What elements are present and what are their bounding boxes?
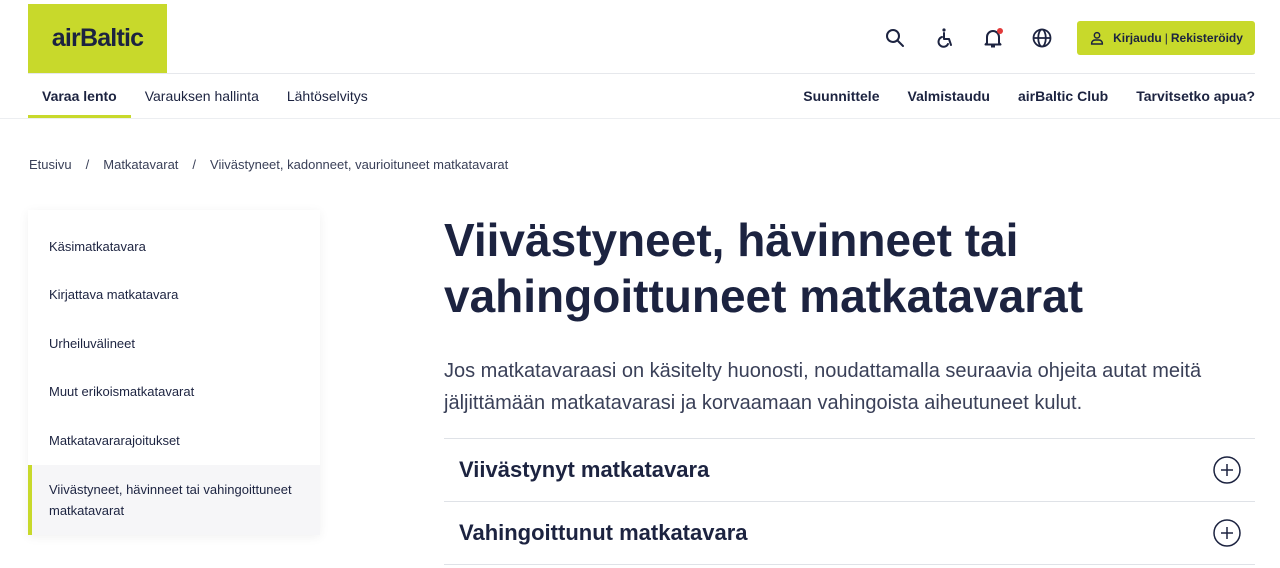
- nav-item-airbaltic-club[interactable]: airBaltic Club: [990, 74, 1108, 118]
- notification-dot: [997, 28, 1003, 34]
- nav-item-varaa-lento[interactable]: Varaa lento: [28, 74, 131, 118]
- accordion-vahingoittunut-matkatavara[interactable]: Vahingoittunut matkatavara: [444, 502, 1255, 564]
- sidebar-menu: Käsimatkatavara Kirjattava matkatavara U…: [28, 210, 320, 535]
- breadcrumb-separator: /: [85, 157, 90, 172]
- plus-circle-icon[interactable]: [1213, 519, 1241, 547]
- accordion-title: Viivästynyt matkatavara: [459, 457, 710, 482]
- page-title: Viivästyneet, hävinneet tai vahingoittun…: [444, 214, 1084, 322]
- nav-item-valmistaudu[interactable]: Valmistaudu: [880, 74, 990, 118]
- plus-circle-icon[interactable]: [1213, 456, 1241, 484]
- user-icon: [1091, 31, 1104, 45]
- nav-item-suunnittele[interactable]: Suunnittele: [775, 74, 879, 118]
- nav-item-varauksen-hallinta[interactable]: Varauksen hallinta: [131, 74, 273, 118]
- breadcrumb: Etusivu / Matkatavarat / Viivästyneet, k…: [29, 157, 508, 172]
- search-icon[interactable]: [883, 26, 907, 50]
- main-nav-right: Suunnittele Valmistaudu airBaltic Club T…: [775, 74, 1255, 118]
- page-description: Jos matkatavaraasi on käsitelty huonosti…: [444, 360, 1202, 414]
- globe-icon[interactable]: [1030, 26, 1054, 50]
- sidebar-item-viivastyneet[interactable]: Viivästyneet, hävinneet tai vahingoittun…: [28, 464, 320, 535]
- login-label: Kirjaudu: [1113, 31, 1162, 45]
- breadcrumb-separator: /: [192, 157, 197, 172]
- main-nav-left: Varaa lento Varauksen hallinta Lähtöselv…: [28, 74, 382, 118]
- bell-icon[interactable]: [981, 26, 1005, 50]
- sidebar-item-urheiluvalineet[interactable]: Urheiluvälineet: [28, 319, 320, 368]
- accessibility-icon[interactable]: [932, 26, 956, 50]
- header-icons: [883, 26, 1079, 50]
- page: airBaltic Kirjaudu | Rekisteröidy Varaa …: [0, 0, 1280, 568]
- nav-divider: [0, 118, 1280, 119]
- logo-text: airBaltic: [51, 24, 144, 52]
- nav-item-tarvitsetko-apua[interactable]: Tarvitsetko apua?: [1108, 74, 1255, 118]
- accordion-divider: [444, 564, 1255, 565]
- sidebar-item-kasimatkatavara[interactable]: Käsimatkatavara: [28, 222, 320, 271]
- breadcrumb-home[interactable]: Etusivu: [29, 157, 72, 172]
- breadcrumb-matkatavarat[interactable]: Matkatavarat: [103, 157, 178, 172]
- breadcrumb-current: Viivästyneet, kadonneet, vaurioituneet m…: [210, 157, 509, 172]
- airbaltic-logo[interactable]: airBaltic: [28, 4, 167, 73]
- sidebar-item-muut-erikoismatkatavarat[interactable]: Muut erikoismatkatavarat: [28, 368, 320, 417]
- sidebar-item-kirjattava-matkatavara[interactable]: Kirjattava matkatavara: [28, 271, 320, 320]
- login-register-button[interactable]: Kirjaudu | Rekisteröidy: [1077, 21, 1255, 55]
- accordion-viivastynyt-matkatavara[interactable]: Viivästynyt matkatavara: [444, 439, 1255, 501]
- nav-item-lahtoselvitys[interactable]: Lähtöselvitys: [273, 74, 382, 118]
- login-separator: |: [1164, 31, 1168, 45]
- register-label: Rekisteröidy: [1170, 31, 1243, 45]
- accordion-title: Vahingoittunut matkatavara: [459, 520, 748, 545]
- sidebar-item-matkatavararajoitukset[interactable]: Matkatavararajoitukset: [28, 416, 320, 465]
